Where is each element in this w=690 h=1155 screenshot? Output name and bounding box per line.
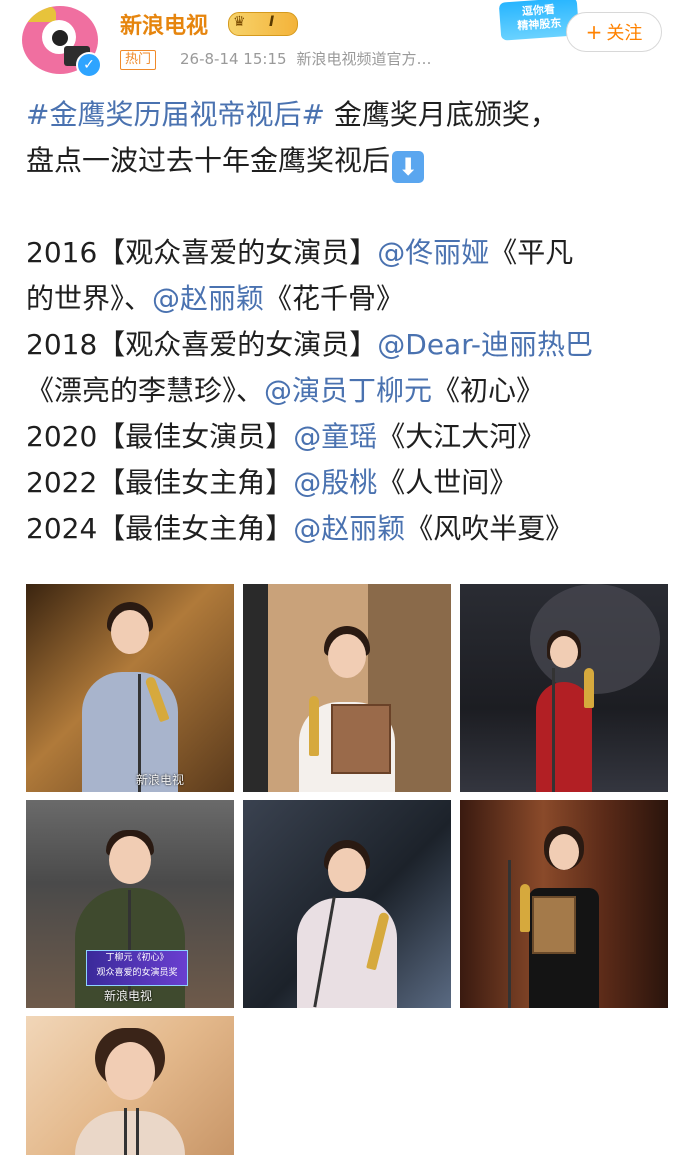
photo-thumbnail[interactable] — [460, 800, 668, 1008]
content-line: 2020【最佳女演员】@童瑶《大江大河》 — [26, 414, 676, 460]
mention-link[interactable]: @殷桃 — [293, 466, 377, 499]
award-label: 2024【最佳女主角】 — [26, 512, 294, 545]
author-name[interactable]: 新浪电视 — [120, 8, 208, 40]
content-line: 2024【最佳女主角】@赵丽颖《风吹半夏》 — [26, 506, 676, 552]
post-content: #金鹰奖历届视帝视后# 金鹰奖月底颁奖， 盘点一波过去十年金鹰奖视后 ⬇ 2016… — [26, 92, 676, 552]
photo-thumbnail[interactable] — [243, 584, 451, 792]
down-arrow-icon: ⬇ — [392, 151, 425, 183]
vip-badge[interactable]: ♛ I — [228, 12, 298, 36]
work-title: 《人世间》 — [377, 466, 518, 499]
photo-thumbnail[interactable] — [243, 800, 451, 1008]
mention-link[interactable]: @演员丁柳元 — [264, 374, 432, 407]
avatar-pupil-decoration — [52, 30, 68, 46]
hot-tag: 热门 — [120, 50, 157, 70]
content-line: #金鹰奖历届视帝视后# 金鹰奖月底颁奖， — [26, 92, 676, 138]
post-header: ✓ 新浪电视 ♛ I 热门 26-8-14 15:15 新浪电视频道官方… 逗你看… — [0, 0, 690, 86]
mention-link[interactable]: @赵丽颖 — [293, 512, 405, 545]
mention-link[interactable]: @Dear-迪丽热巴 — [377, 328, 593, 361]
mention-link[interactable]: @童瑶 — [293, 420, 377, 453]
intro-text: 金鹰奖月底颁奖， — [324, 98, 558, 131]
content-line: 2022【最佳女主角】@殷桃《人世间》 — [26, 460, 676, 506]
award-label: 2022【最佳女主角】 — [26, 466, 294, 499]
image-grid: 新浪电视 丁柳元《初心》 观众喜爱的女演员奖 新浪电视 — [26, 584, 668, 1155]
crown-icon: ♛ — [233, 14, 246, 30]
watermark: 新浪电视 — [104, 989, 153, 1003]
award-label: 2016【观众喜爱的女演员】 — [26, 236, 378, 269]
avatar-hat-decoration — [26, 6, 56, 22]
caption-line-1: 丁柳元《初心》 — [105, 953, 169, 963]
content-line: 《漂亮的李慧珍》、@演员丁柳元《初心》 — [26, 368, 676, 414]
caption-line-2: 观众喜爱的女演员奖 — [96, 968, 178, 978]
follow-button[interactable]: + 关注 — [566, 12, 662, 52]
photo-thumbnail[interactable] — [460, 584, 668, 792]
content-line: 的世界》、@赵丽颖《花千骨》 — [26, 276, 676, 322]
content-line: 2018【观众喜爱的女演员】@Dear-迪丽热巴 — [26, 322, 676, 368]
work-title: 《平凡 — [489, 236, 574, 269]
work-title: 《大江大河》 — [377, 420, 546, 453]
work-title: 《风吹半夏》 — [405, 512, 574, 545]
content-line: 2016【观众喜爱的女演员】@佟丽娅《平凡 — [26, 230, 676, 276]
work-title: 的世界》、 — [26, 282, 153, 315]
photo-thumbnail[interactable] — [26, 1016, 234, 1155]
follow-label: 关注 — [606, 23, 643, 44]
watermark: 新浪电视 — [136, 773, 185, 787]
mention-link[interactable]: @赵丽颖 — [152, 282, 264, 315]
work-title: 《初心》 — [432, 374, 545, 407]
caption-strip: 丁柳元《初心》 观众喜爱的女演员奖 — [86, 950, 188, 986]
vip-level: I — [269, 14, 275, 30]
certificate-board — [532, 896, 576, 954]
plus-icon: + — [585, 20, 603, 44]
post-meta: 26-8-14 15:15 新浪电视频道官方… — [180, 48, 432, 69]
post-timestamp: 26-8-14 15:15 — [180, 50, 287, 68]
award-label: 2018【观众喜爱的女演员】 — [26, 328, 378, 361]
photo-thumbnail[interactable]: 丁柳元《初心》 观众喜爱的女演员奖 新浪电视 — [26, 800, 234, 1008]
certificate-board — [331, 704, 391, 774]
content-line: 盘点一波过去十年金鹰奖视后 ⬇ — [26, 138, 676, 184]
intro-text: 盘点一波过去十年金鹰奖视后 — [26, 144, 391, 177]
work-title: 《花千骨》 — [264, 282, 405, 315]
verified-icon: ✓ — [76, 52, 102, 78]
post-source[interactable]: 新浪电视频道官方… — [297, 50, 432, 68]
photo-thumbnail[interactable]: 新浪电视 — [26, 584, 234, 792]
award-label: 2020【最佳女演员】 — [26, 420, 294, 453]
hashtag-link[interactable]: #金鹰奖历届视帝视后# — [26, 98, 325, 131]
mention-link[interactable]: @佟丽娅 — [377, 236, 489, 269]
work-title: 《漂亮的李慧珍》、 — [26, 374, 265, 407]
